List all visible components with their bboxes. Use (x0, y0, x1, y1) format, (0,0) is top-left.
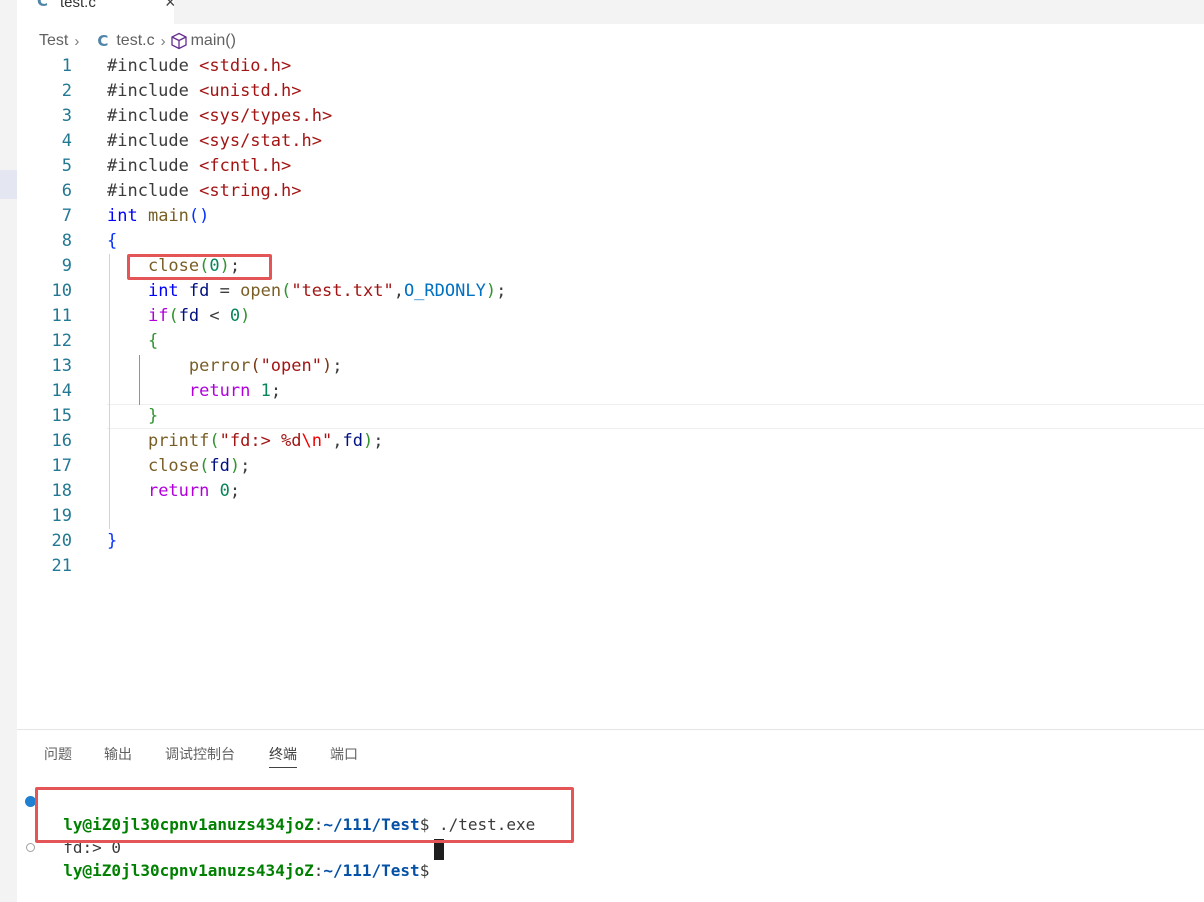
code-text: #include <fcntl.h> (107, 156, 292, 176)
code-text: { (107, 231, 118, 251)
code-line[interactable]: 21 (17, 554, 1204, 579)
breadcrumb-folder[interactable]: Test (39, 32, 68, 50)
code-line[interactable]: 2 #include <unistd.h> (17, 79, 1204, 104)
terminal-line-prompt[interactable]: ly@iZ0jl30cpnv1anuzs434joZ:~/111/Test$ (44, 838, 439, 882)
line-number: 17 (51, 456, 72, 476)
method-cube-icon (170, 32, 187, 50)
line-number: 18 (51, 481, 72, 501)
code-line[interactable]: 20} (17, 529, 1204, 554)
code-line[interactable]: 7 int main() (17, 204, 1204, 229)
line-number: 21 (51, 556, 72, 576)
code-line[interactable]: 4 #include <sys/stat.h> (17, 129, 1204, 154)
code-line[interactable]: 17 close(fd); (17, 454, 1204, 479)
code-text: close(fd); (147, 456, 251, 476)
terminal-separator: : (313, 861, 324, 880)
code-text: } (147, 406, 159, 426)
line-number: 6 (61, 181, 72, 201)
code-line[interactable]: 3 #include <sys/types.h> (17, 104, 1204, 129)
line-number: 10 (51, 281, 72, 301)
tab-debug-console[interactable]: 调试控制台 (165, 744, 235, 764)
activity-selection (0, 170, 17, 199)
line-number: 8 (61, 231, 72, 251)
line-number: 12 (51, 331, 72, 351)
tab-test-c[interactable]: C test.c × (17, 0, 176, 24)
line-number: 14 (51, 381, 72, 401)
line-number: 13 (51, 356, 72, 376)
code-text: #include <unistd.h> (107, 81, 302, 101)
code-text: { (147, 331, 159, 351)
editor-tab-bar (17, 0, 1204, 24)
code-line[interactable]: 10 int fd = open("test.txt",O_RDONLY); (17, 279, 1204, 304)
line-number: 3 (61, 106, 72, 126)
code-text: #include <string.h> (107, 181, 302, 201)
code-line[interactable]: 8{ (17, 229, 1204, 254)
breadcrumb-file[interactable]: test.c (116, 32, 154, 50)
code-text: if(fd < 0) (147, 306, 251, 326)
code-line[interactable]: 14 return 1; (17, 379, 1204, 404)
code-line[interactable]: 15 } (17, 404, 1204, 429)
tab-terminal[interactable]: 终端 (269, 744, 297, 768)
activity-strip (0, 0, 17, 902)
code-text: return 0; (147, 481, 241, 501)
chevron-right-icon: › (74, 32, 80, 50)
c-language-icon: C (97, 32, 109, 50)
tab-problems[interactable]: 问题 (44, 744, 72, 764)
tab-ports[interactable]: 端口 (330, 744, 358, 764)
code-line[interactable]: 19 (17, 504, 1204, 529)
chevron-right-icon: › (160, 32, 166, 50)
c-language-icon: C (37, 0, 49, 10)
terminal-prompt: $ (419, 861, 439, 880)
annotation-box-close-call (127, 254, 272, 280)
code-text: #include <stdio.h> (107, 56, 292, 76)
line-number: 11 (51, 306, 72, 326)
line-number: 9 (61, 256, 72, 276)
code-line[interactable]: 16 printf("fd:> %d\n",fd); (17, 429, 1204, 454)
tab-output[interactable]: 输出 (104, 744, 132, 764)
code-line[interactable]: 5 #include <fcntl.h> (17, 154, 1204, 179)
code-text: } (107, 531, 118, 551)
line-number: 19 (51, 506, 72, 526)
line-number: 16 (51, 431, 72, 451)
code-text: int fd = open("test.txt",O_RDONLY); (147, 281, 507, 301)
code-text: int main() (107, 206, 210, 226)
code-text: perror("open"); (188, 356, 343, 376)
close-icon[interactable]: × (165, 0, 176, 13)
code-line[interactable]: 11 if(fd < 0) (17, 304, 1204, 329)
code-line[interactable]: 18 return 0; (17, 479, 1204, 504)
code-line[interactable]: 6 #include <string.h> (17, 179, 1204, 204)
code-editor[interactable]: 1 #include <stdio.h> 2 #include <unistd.h> 3… (17, 54, 1204, 594)
breadcrumb: Test › C test.c › main() (39, 30, 236, 52)
tab-label: test.c (60, 0, 96, 11)
code-text: #include <sys/types.h> (107, 106, 333, 126)
terminal-user-host: ly@iZ0jl30cpnv1anuzs434joZ (63, 861, 314, 880)
code-text: #include <sys/stat.h> (107, 131, 322, 151)
panel-divider (17, 729, 1204, 730)
line-number: 20 (51, 531, 72, 551)
code-line[interactable]: 13 perror("open"); (17, 354, 1204, 379)
terminal-path: ~/111/Test (323, 861, 420, 880)
line-number: 4 (61, 131, 72, 151)
line-number: 15 (51, 406, 72, 426)
command-pending-dot-icon (26, 843, 35, 852)
annotation-box-terminal-output (35, 787, 574, 843)
line-number: 1 (61, 56, 72, 76)
code-line[interactable]: 12 { (17, 329, 1204, 354)
line-number: 5 (61, 156, 72, 176)
line-number: 2 (61, 81, 72, 101)
code-text: return 1; (188, 381, 282, 401)
breadcrumb-symbol[interactable]: main() (191, 32, 236, 50)
line-number: 7 (61, 206, 72, 226)
code-text: printf("fd:> %d\n",fd); (147, 431, 384, 451)
code-line[interactable]: 1 #include <stdio.h> (17, 54, 1204, 79)
